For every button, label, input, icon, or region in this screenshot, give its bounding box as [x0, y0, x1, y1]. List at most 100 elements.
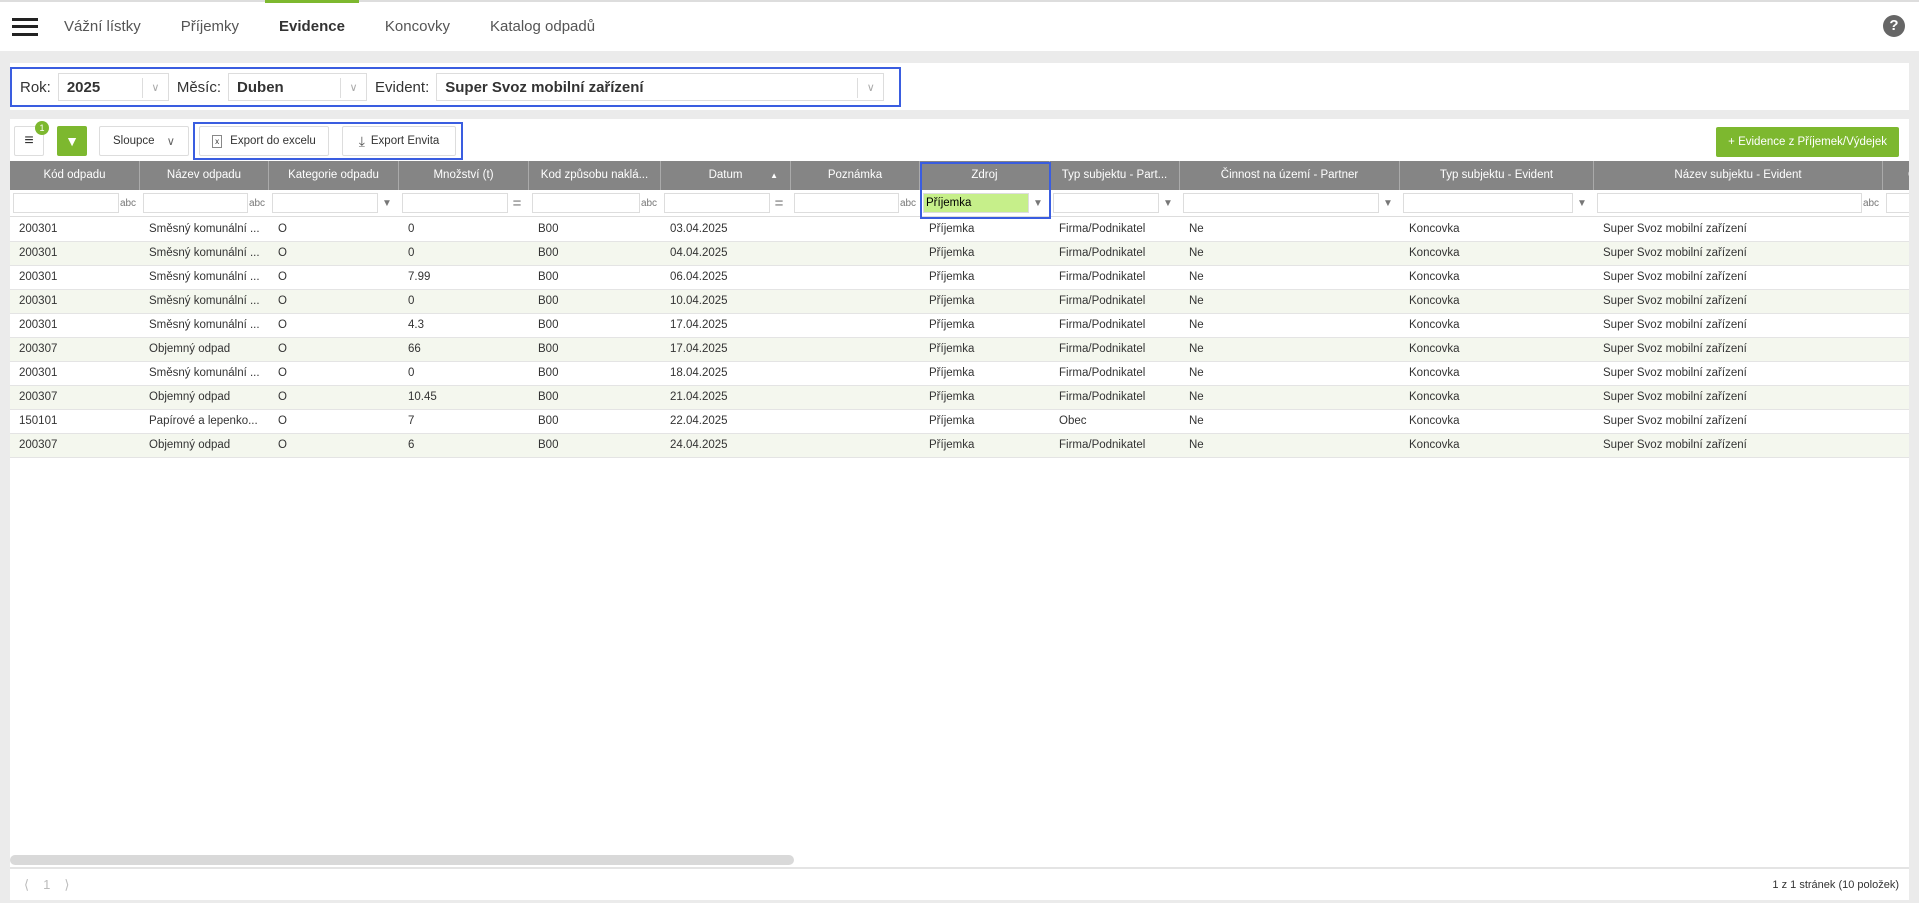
table-cell: Ne: [1189, 391, 1204, 403]
column-header[interactable]: Kod způsobu naklá...: [529, 161, 661, 190]
tab-prijemky[interactable]: Příjemky: [181, 2, 239, 51]
table-cell: Ne: [1189, 415, 1204, 427]
column-filter-input[interactable]: [1597, 193, 1862, 213]
export-excel-button[interactable]: x Export do excelu: [199, 126, 329, 156]
table-cell: O: [278, 439, 287, 451]
table-row[interactable]: 200307 Objemný odpad O 6 B00 24.04.2025 Příjem…: [10, 434, 1909, 458]
table-cell: Příjemka: [929, 319, 975, 331]
table-cell: 66: [408, 343, 421, 355]
text-filter-icon[interactable]: abc: [640, 198, 658, 209]
table-row[interactable]: 200307 Objemný odpad O 10.45 B00 21.04.2025 Př…: [10, 386, 1909, 410]
text-filter-icon[interactable]: abc: [248, 198, 266, 209]
column-header[interactable]: O: [1883, 161, 1909, 190]
next-page-icon[interactable]: ⟩: [64, 877, 69, 893]
equals-filter-icon[interactable]: =: [770, 195, 788, 212]
columns-button[interactable]: Sloupce ∨: [99, 126, 189, 156]
chevron-down-icon: ∨: [166, 136, 175, 148]
column-header[interactable]: Typ subjektu - Evident: [1400, 161, 1594, 190]
column-header[interactable]: Název subjektu - Evident: [1594, 161, 1883, 190]
column-header[interactable]: Množství (t): [399, 161, 529, 190]
column-filter-input[interactable]: [402, 193, 508, 213]
column-filter-input[interactable]: [1183, 193, 1379, 213]
page-number[interactable]: 1: [43, 877, 50, 892]
table-row[interactable]: 200307 Objemný odpad O 66 B00 17.04.2025 Příje…: [10, 338, 1909, 362]
table-cell: Ne: [1189, 319, 1204, 331]
table-cell: Firma/Podnikatel: [1059, 223, 1146, 235]
tab-katalog-odpadu[interactable]: Katalog odpadů: [490, 2, 595, 51]
funnel-icon[interactable]: ▼: [1029, 198, 1047, 209]
column-filter-input[interactable]: [794, 193, 899, 213]
column-filter-input[interactable]: [532, 193, 640, 213]
column-header[interactable]: Zdroj: [920, 161, 1050, 190]
table-cell: Příjemka: [929, 391, 975, 403]
tab-koncovky[interactable]: Koncovky: [385, 2, 450, 51]
table-cell: 0: [408, 223, 415, 235]
table-row[interactable]: 200301 Směsný komunální ... O 7.99 B00 06.04.…: [10, 266, 1909, 290]
table-cell: B00: [538, 271, 559, 283]
column-filter-input[interactable]: [1053, 193, 1159, 213]
table-cell: O: [278, 223, 287, 235]
table-cell: Směsný komunální ...: [149, 223, 260, 235]
table-row[interactable]: 150101 Papírové a lepenko... O 7 B00 22.04.20…: [10, 410, 1909, 434]
column-header[interactable]: Činnost na území - Partner: [1180, 161, 1400, 190]
column-filter-input[interactable]: [1403, 193, 1573, 213]
mesic-select[interactable]: Duben ∨: [228, 73, 368, 101]
column-filter-input[interactable]: [143, 193, 248, 213]
column-header-label: Kategorie odpadu: [288, 169, 379, 181]
column-filter-input[interactable]: [1886, 193, 1909, 213]
column-header[interactable]: Datum ▲: [661, 161, 791, 190]
evident-select[interactable]: Super Svoz mobilní zařízení ∨: [436, 73, 885, 101]
column-header[interactable]: Poznámka: [791, 161, 920, 190]
help-icon[interactable]: ?: [1883, 15, 1905, 37]
funnel-icon[interactable]: ▼: [378, 198, 396, 209]
text-filter-icon[interactable]: abc: [119, 198, 137, 209]
table-cell: [1883, 338, 1919, 361]
table-cell: [1883, 314, 1919, 337]
column-header[interactable]: Kategorie odpadu: [269, 161, 399, 190]
text-filter-icon[interactable]: abc: [899, 198, 917, 209]
funnel-icon[interactable]: ▼: [1159, 198, 1177, 209]
prev-page-icon[interactable]: ⟨: [24, 877, 29, 893]
table-cell: Příjemka: [929, 343, 975, 355]
table-cell: 4.3: [408, 319, 424, 331]
column-filter-input[interactable]: [272, 193, 378, 213]
table-cell: B00: [538, 415, 559, 427]
table-cell: Firma/Podnikatel: [1059, 343, 1146, 355]
equals-filter-icon[interactable]: =: [508, 195, 526, 212]
filter-cell: abc: [1594, 190, 1883, 216]
column-filter-input[interactable]: [923, 193, 1029, 213]
table-row[interactable]: 200301 Směsný komunální ... O 4.3 B00 17.04.2…: [10, 314, 1909, 338]
table-cell: Firma/Podnikatel: [1059, 271, 1146, 283]
table-cell: Ne: [1189, 343, 1204, 355]
column-header[interactable]: Typ subjektu - Part...: [1050, 161, 1180, 190]
table-cell: Směsný komunální ...: [149, 247, 260, 259]
table-row[interactable]: 200301 Směsný komunální ... O 0 B00 18.04.202…: [10, 362, 1909, 386]
filter-builder-button[interactable]: ≡ 1: [14, 121, 49, 156]
table-row[interactable]: 200301 Směsný komunální ... O 0 B00 03.04.202…: [10, 218, 1909, 242]
column-filter-input[interactable]: [664, 193, 770, 213]
table-cell: 18.04.2025: [670, 367, 728, 379]
chevron-down-icon: ∨: [141, 78, 168, 98]
text-filter-icon[interactable]: abc: [1862, 198, 1880, 209]
column-header[interactable]: Kód odpadu: [10, 161, 140, 190]
hamburger-menu-icon[interactable]: [12, 17, 38, 36]
download-icon: ⤓: [358, 132, 365, 149]
horizontal-scrollbar[interactable]: [10, 855, 794, 865]
rok-select[interactable]: 2025 ∨: [57, 73, 169, 101]
export-envita-button[interactable]: ⤓ Export Envita: [342, 126, 456, 156]
clear-filter-button[interactable]: ▼: [57, 126, 87, 156]
add-evidence-button[interactable]: + Evidence z Příjemek/Výdejek: [1716, 127, 1899, 157]
funnel-icon[interactable]: ▼: [1573, 198, 1591, 209]
tab-evidence[interactable]: Evidence: [265, 0, 359, 51]
table-cell: Super Svoz mobilní zařízení: [1603, 391, 1747, 403]
funnel-icon[interactable]: ▼: [1379, 198, 1397, 209]
column-header[interactable]: Název odpadu: [140, 161, 269, 190]
table-cell: 21.04.2025: [670, 391, 728, 403]
tab-vazni-listky[interactable]: Vážní lístky: [64, 2, 141, 51]
table-cell: 17.04.2025: [670, 319, 728, 331]
table-cell: 7.99: [408, 271, 431, 283]
column-filter-input[interactable]: [13, 193, 119, 213]
table-row[interactable]: 200301 Směsný komunální ... O 0 B00 04.04.202…: [10, 242, 1909, 266]
table-row[interactable]: 200301 Směsný komunální ... O 0 B00 10.04.202…: [10, 290, 1909, 314]
filter-cell: abc: [10, 190, 140, 216]
